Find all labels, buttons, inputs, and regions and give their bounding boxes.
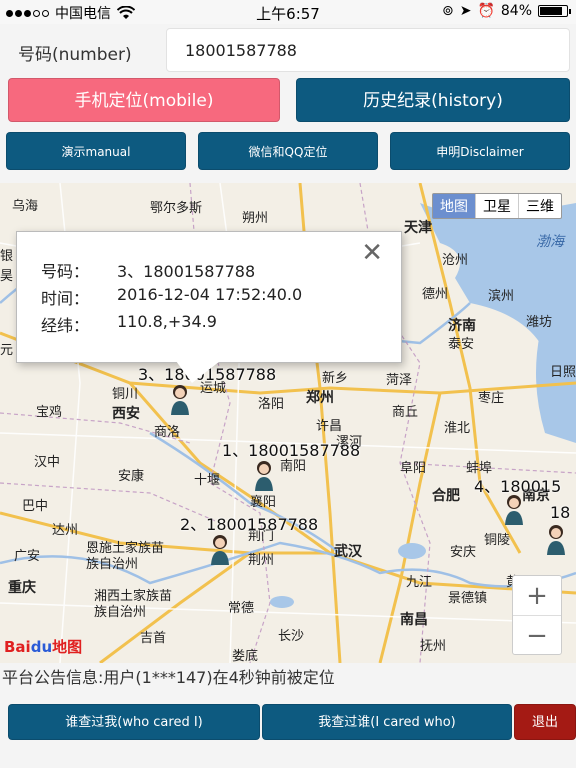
map-city: 日照 <box>550 365 576 380</box>
close-icon[interactable]: ✕ <box>361 238 383 268</box>
number-input[interactable] <box>166 28 570 72</box>
map-city: 长沙 <box>278 629 305 644</box>
map-city: 武汉 <box>334 544 362 560</box>
location-arrow-icon: ➤ <box>459 3 472 19</box>
map-city: 铜陵 <box>484 533 511 548</box>
map-city: 湘西土家族苗族自治州 <box>94 589 173 620</box>
marker-label: 2、18001587788 <box>180 515 319 534</box>
marker-label: 18 <box>550 503 571 522</box>
popup-number-value: 3、18001587788 <box>117 262 256 281</box>
map-city: 合肥 <box>432 488 460 504</box>
map-city: 广安 <box>14 549 41 564</box>
map-city: 南昌 <box>400 612 428 628</box>
map-city: 淮北 <box>444 421 471 436</box>
exit-button[interactable]: 退出 <box>514 704 576 740</box>
map-city: 泰安 <box>448 337 475 352</box>
number-row: 号码(number) <box>0 28 576 72</box>
zoom-in-button[interactable]: + <box>513 576 561 616</box>
map-city: 荆州 <box>248 553 275 568</box>
popup-time-label: 时间： <box>41 289 90 308</box>
map-city: 洛阳 <box>258 397 285 412</box>
battery-percent: 84% <box>500 3 532 19</box>
map-city: 吉首 <box>140 631 167 646</box>
zoom-out-button[interactable]: − <box>513 616 561 656</box>
map-city: 朔州 <box>242 211 269 226</box>
map-city: 济南 <box>448 318 476 334</box>
popup-coord-label: 经纬： <box>41 316 90 335</box>
sea-label: 渤海 <box>536 234 564 250</box>
map-city: 元 <box>0 343 14 358</box>
map-city: 抚州 <box>420 639 447 654</box>
map-city: 枣庄 <box>478 391 505 406</box>
map-city: 商丘 <box>392 405 419 420</box>
map-city: 十堰 <box>194 473 221 488</box>
map-type-satellite[interactable]: 卫星 <box>475 194 518 218</box>
map-city: 娄底 <box>232 649 259 663</box>
map-city: 宝鸡 <box>36 405 63 420</box>
map-city: 安康 <box>118 469 145 484</box>
person-avatar-icon[interactable] <box>502 493 526 525</box>
marker-label: 1、18001587788 <box>222 441 361 460</box>
map-city: 景德镇 <box>448 591 488 606</box>
map-city: 乌海 <box>12 199 39 214</box>
map-city: 沧州 <box>442 253 469 268</box>
alarm-icon: ⏰ <box>477 3 495 19</box>
map-city: 重庆 <box>8 580 36 596</box>
map-city: 银 <box>0 249 14 264</box>
popup-number-label: 号码： <box>41 262 90 281</box>
person-avatar-icon[interactable] <box>252 459 276 491</box>
battery-icon <box>538 5 571 17</box>
mobile-locate-button[interactable]: 手机定位(mobile) <box>8 78 280 122</box>
map-city: 西安 <box>112 406 140 422</box>
map-city: 恩施土家族苗族自治州 <box>86 541 165 572</box>
map-type-3d[interactable]: 三维 <box>518 194 561 218</box>
popup-pointer <box>176 361 220 383</box>
manual-button[interactable]: 演示manual <box>6 132 186 170</box>
who-cared-me-button[interactable]: 谁查过我(who cared I) <box>8 704 260 740</box>
rotation-lock-icon: ⊚ <box>441 3 454 19</box>
zoom-control: + − <box>512 575 562 655</box>
number-label: 号码(number) <box>18 45 132 65</box>
map-city: 汉中 <box>34 455 61 470</box>
map-city: 商洛 <box>154 425 181 440</box>
map-city: 德州 <box>422 287 449 302</box>
person-avatar-icon[interactable] <box>208 533 232 565</box>
map-city: 达州 <box>52 523 79 538</box>
map-city: 潍坊 <box>526 315 553 330</box>
i-cared-button[interactable]: 我查过谁(I cared who) <box>262 704 512 740</box>
popup-coord-value: 110.8,+34.9 <box>117 312 217 331</box>
map-type-switch: 地图 卫星 三维 <box>432 193 562 219</box>
map-city: 新乡 <box>322 371 349 386</box>
history-button[interactable]: 历史纪录(history) <box>296 78 570 122</box>
map-type-standard[interactable]: 地图 <box>433 194 475 218</box>
map-city: 菏泽 <box>386 373 413 388</box>
wechat-qq-button[interactable]: 微信和QQ定位 <box>198 132 378 170</box>
map-city: 巴中 <box>22 499 49 514</box>
popup-time-value: 2016-12-04 17:52:40.0 <box>117 285 303 304</box>
person-avatar-icon[interactable] <box>168 383 192 415</box>
map-city: 阜阳 <box>400 461 427 476</box>
baidu-logo: Baidu地图 <box>4 638 83 656</box>
disclaimer-button[interactable]: 申明Disclaimer <box>390 132 570 170</box>
map-city: 襄阳 <box>250 495 277 510</box>
map-city: 铜川 <box>112 387 139 402</box>
map-city: 鄂尔多斯 <box>150 201 203 216</box>
map-city: 安庆 <box>450 545 477 560</box>
map-view[interactable]: 乌海 鄂尔多斯 朔州 天津 沧州 德州 滨州 济南 潍坊 泰安 菏泽 新乡 运城… <box>0 183 576 663</box>
status-bar: 中国电信 上午6:57 ⊚ ➤ ⏰ 84% <box>0 0 576 24</box>
map-city: 滨州 <box>488 289 515 304</box>
location-info-popup: 号码： 3、18001587788 时间： 2016-12-04 17:52:4… <box>16 231 402 363</box>
platform-notice: 平台公告信息:用户(1***147)在4秒钟前被定位 <box>2 668 335 687</box>
map-city: 九江 <box>406 575 433 590</box>
map-city: 昊 <box>0 269 14 284</box>
map-city: 常德 <box>228 601 255 616</box>
map-city: 天津 <box>404 220 432 236</box>
person-avatar-icon[interactable] <box>544 523 568 555</box>
map-city: 郑州 <box>306 390 334 406</box>
